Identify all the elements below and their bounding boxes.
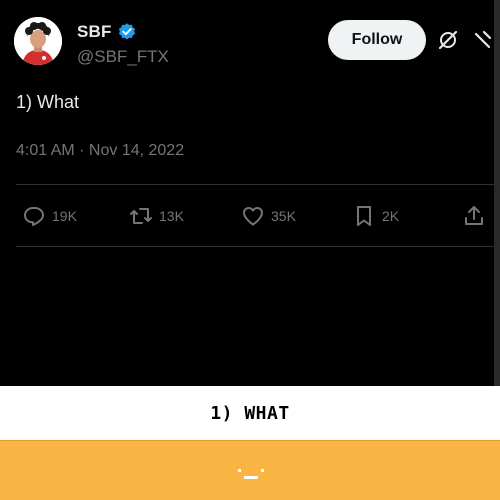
scrollbar-edge bbox=[494, 0, 500, 386]
author-name-row[interactable]: SBF bbox=[77, 22, 137, 42]
retweet-icon bbox=[130, 208, 152, 224]
handle[interactable]: @SBF_FTX bbox=[77, 47, 169, 67]
bookmark-icon bbox=[357, 206, 371, 226]
bookmark-button[interactable]: 2K bbox=[352, 200, 399, 232]
reply-button[interactable]: 19K bbox=[22, 200, 77, 232]
grok-icon[interactable] bbox=[436, 28, 460, 52]
reply-count: 19K bbox=[52, 208, 77, 224]
more-options-icon[interactable] bbox=[472, 28, 494, 52]
reply-icon bbox=[24, 207, 44, 226]
caption-bar: 1) WHAT bbox=[0, 386, 500, 440]
avatar-image bbox=[14, 17, 62, 65]
tweet-card: SBF @SBF_FTX Follow 1) What 4:01 AM · No… bbox=[0, 0, 500, 386]
page: SBF @SBF_FTX Follow 1) What 4:01 AM · No… bbox=[0, 0, 500, 500]
avatar[interactable] bbox=[14, 17, 62, 65]
footer-bar bbox=[0, 440, 500, 500]
display-name[interactable]: SBF bbox=[77, 22, 112, 42]
follow-button[interactable]: Follow bbox=[328, 20, 426, 60]
like-button[interactable]: 35K bbox=[241, 200, 296, 232]
heart-icon bbox=[243, 207, 263, 226]
tweet-text: 1) What bbox=[16, 92, 80, 112]
share-button[interactable] bbox=[462, 200, 486, 232]
caption-text: 1) WHAT bbox=[210, 402, 290, 424]
divider-bottom bbox=[16, 246, 494, 247]
meta-separator: · bbox=[74, 142, 89, 159]
share-icon bbox=[465, 206, 483, 225]
tweet-timestamp[interactable]: 4:01 AM · Nov 14, 2022 bbox=[16, 142, 184, 160]
bookmark-count: 2K bbox=[382, 208, 400, 224]
face-emoticon-icon bbox=[238, 469, 264, 479]
tweet-time[interactable]: 4:01 AM bbox=[16, 142, 75, 159]
divider-top bbox=[16, 184, 494, 185]
action-bar: 19K 13K 35K 2K bbox=[0, 200, 500, 232]
tweet-date[interactable]: Nov 14, 2022 bbox=[89, 142, 184, 159]
retweet-button[interactable]: 13K bbox=[129, 200, 184, 232]
like-count: 35K bbox=[271, 208, 296, 224]
verified-badge-icon bbox=[118, 23, 135, 40]
retweet-count: 13K bbox=[159, 208, 184, 224]
